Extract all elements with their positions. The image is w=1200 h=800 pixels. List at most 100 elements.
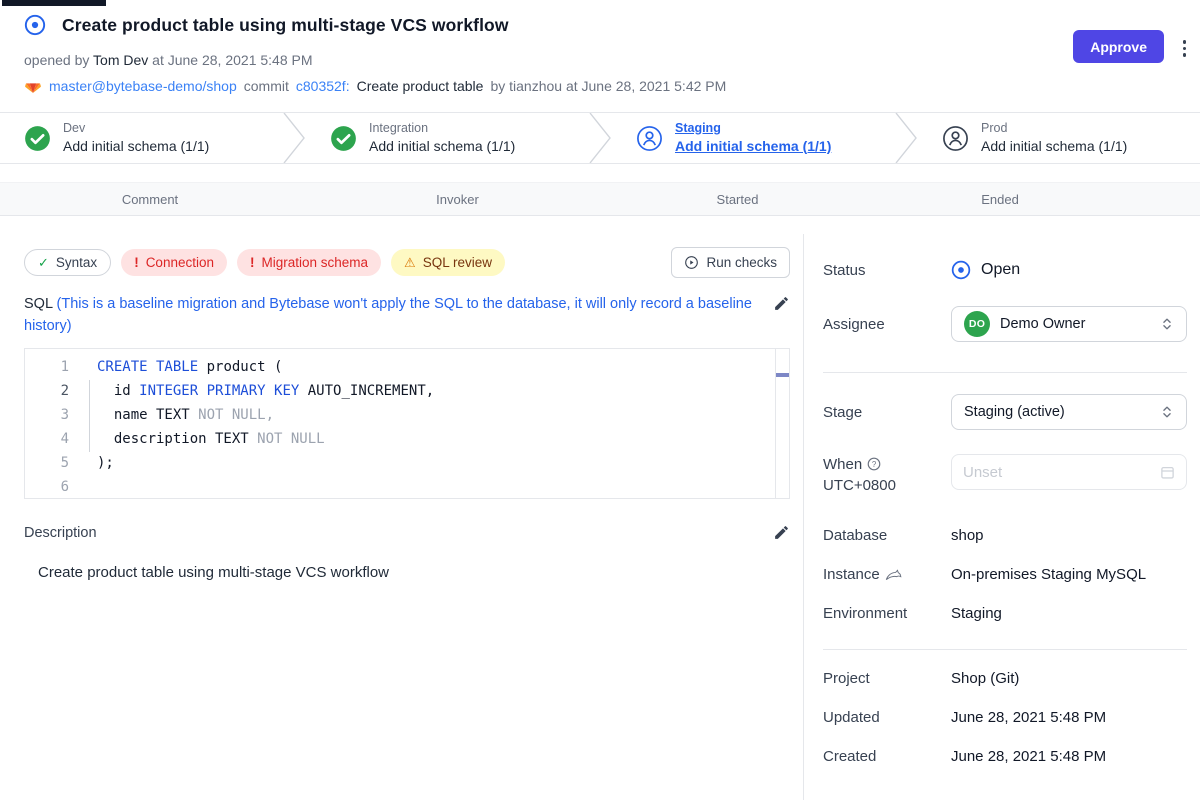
updated-row: Updated June 28, 2021 5:48 PM bbox=[823, 709, 1187, 726]
stage-pending-person-icon bbox=[942, 125, 969, 152]
stage-task-link[interactable]: Add initial schema (1/1) bbox=[369, 136, 515, 156]
stage-name: Integration bbox=[369, 121, 515, 136]
issue-author: Tom Dev bbox=[93, 52, 148, 68]
project-row: Project Shop (Git) bbox=[823, 670, 1187, 687]
stage-chevron-separator bbox=[282, 113, 306, 163]
exclamation-icon: ! bbox=[134, 255, 139, 270]
assignee-row: Assignee DO Demo Owner bbox=[823, 306, 1187, 342]
assignee-avatar: DO bbox=[964, 311, 990, 337]
line-number: 6 bbox=[25, 475, 69, 499]
stage-pending-person-icon bbox=[636, 125, 663, 152]
issue-main-panel: ✓ Syntax ! Connection ! Migration schema… bbox=[0, 234, 803, 800]
column-header-invoker: Invoker bbox=[300, 192, 615, 207]
badge-label: Connection bbox=[146, 255, 214, 270]
branch-repo-link[interactable]: master@bytebase-demo/shop bbox=[49, 78, 237, 94]
chevron-up-down-icon bbox=[1160, 317, 1174, 331]
badge-label: Syntax bbox=[56, 255, 97, 270]
commit-message: Create product table bbox=[357, 78, 484, 94]
assignee-value: Demo Owner bbox=[1000, 316, 1085, 332]
stage-pipeline: Dev Add initial schema (1/1) Integration… bbox=[0, 112, 1200, 164]
stage-name: Dev bbox=[63, 121, 209, 136]
code-line: 1 CREATE TABLE product ( bbox=[25, 355, 789, 379]
line-number: 5 bbox=[25, 451, 69, 475]
stage-prod[interactable]: Prod Add initial schema (1/1) bbox=[918, 113, 1200, 163]
svg-text:?: ? bbox=[872, 460, 877, 469]
page-title: Create product table using multi-stage V… bbox=[62, 15, 509, 36]
more-options-menu-icon[interactable] bbox=[1179, 36, 1191, 61]
stage-row: Stage Staging (active) bbox=[823, 394, 1187, 430]
updated-label: Updated bbox=[823, 709, 951, 726]
code-line: 5 ); bbox=[25, 451, 789, 475]
play-circle-icon bbox=[684, 255, 699, 270]
stage-staging[interactable]: Staging Add initial schema (1/1) bbox=[612, 113, 894, 163]
database-row: Database shop bbox=[823, 527, 1187, 544]
when-timezone: UTC+0800 bbox=[823, 477, 896, 494]
exclamation-icon: ! bbox=[250, 255, 255, 270]
instance-label: Instance bbox=[823, 566, 951, 583]
gitlab-icon bbox=[24, 77, 42, 95]
code-line: 4 description TEXT NOT NULL bbox=[25, 427, 789, 451]
commit-meta: by tianzhou at June 28, 2021 5:42 PM bbox=[490, 78, 726, 94]
description-text: Create product table using multi-stage V… bbox=[24, 564, 790, 714]
stage-label: Stage bbox=[823, 404, 951, 421]
commit-hash-link[interactable]: c80352f: bbox=[296, 78, 350, 94]
approve-button[interactable]: Approve bbox=[1073, 30, 1164, 63]
edit-sql-pencil-icon[interactable] bbox=[773, 295, 790, 313]
stage-task-link[interactable]: Add initial schema (1/1) bbox=[675, 136, 831, 156]
stage-value: Staging (active) bbox=[964, 404, 1065, 420]
calendar-icon bbox=[1160, 465, 1175, 480]
mysql-dolphin-icon bbox=[885, 569, 902, 581]
status-open-icon bbox=[951, 260, 971, 280]
project-value: Shop (Git) bbox=[951, 670, 1019, 687]
code-line: 6 bbox=[25, 475, 789, 499]
assignee-label: Assignee bbox=[823, 316, 951, 333]
stage-name: Staging bbox=[675, 121, 831, 136]
stage-select[interactable]: Staging (active) bbox=[951, 394, 1187, 430]
help-question-icon[interactable]: ? bbox=[867, 457, 881, 471]
code-line: 2 id INTEGER PRIMARY KEY AUTO_INCREMENT, bbox=[25, 379, 789, 403]
assignee-select[interactable]: DO Demo Owner bbox=[951, 306, 1187, 342]
status-value: Open bbox=[981, 261, 1020, 279]
line-number: 3 bbox=[25, 403, 69, 427]
stage-done-check-icon bbox=[330, 125, 357, 152]
when-date-input[interactable]: Unset bbox=[951, 454, 1187, 490]
stage-integration[interactable]: Integration Add initial schema (1/1) bbox=[306, 113, 588, 163]
column-header-ended: Ended bbox=[860, 192, 1140, 207]
warning-triangle-icon: ⚠ bbox=[404, 255, 416, 271]
issue-opened-time: at June 28, 2021 5:48 PM bbox=[152, 52, 312, 68]
stage-chevron-separator bbox=[588, 113, 612, 163]
run-checks-button[interactable]: Run checks bbox=[671, 247, 790, 278]
check-icon: ✓ bbox=[38, 255, 49, 271]
task-table-header: Comment Invoker Started Ended bbox=[0, 182, 1200, 216]
chevron-up-down-icon bbox=[1160, 405, 1174, 419]
line-number: 2 bbox=[25, 379, 69, 403]
stage-task-link[interactable]: Add initial schema (1/1) bbox=[63, 136, 209, 156]
stage-dev[interactable]: Dev Add initial schema (1/1) bbox=[0, 113, 282, 163]
when-label: When ? UTC+0800 bbox=[823, 454, 951, 496]
stage-task-link[interactable]: Add initial schema (1/1) bbox=[981, 136, 1127, 156]
code-line: 3 name TEXT NOT NULL, bbox=[25, 403, 789, 427]
opened-by-prefix: opened by bbox=[24, 52, 89, 68]
check-badges: ✓ Syntax ! Connection ! Migration schema… bbox=[24, 249, 505, 276]
issue-header: Create product table using multi-stage V… bbox=[0, 0, 1200, 112]
edit-description-pencil-icon[interactable] bbox=[773, 524, 790, 542]
sql-code-editor[interactable]: 1 CREATE TABLE product ( 2 id INTEGER PR… bbox=[24, 348, 790, 499]
issue-sidebar: Status Open Assignee DO Demo Owner bbox=[803, 234, 1200, 800]
indent-guide bbox=[89, 380, 90, 452]
instance-row: Instance On-premises Staging MySQL bbox=[823, 566, 1187, 583]
sql-label: SQL bbox=[24, 296, 52, 312]
description-label: Description bbox=[24, 522, 763, 544]
created-value: June 28, 2021 5:48 PM bbox=[951, 748, 1106, 765]
status-label: Status bbox=[823, 262, 951, 279]
database-label: Database bbox=[823, 527, 951, 544]
stage-chevron-separator bbox=[894, 113, 918, 163]
divider bbox=[823, 372, 1187, 373]
check-badge-sql-review: ⚠ SQL review bbox=[391, 249, 505, 276]
badge-label: Migration schema bbox=[262, 255, 369, 270]
column-header-comment: Comment bbox=[0, 192, 300, 207]
environment-label: Environment bbox=[823, 605, 951, 622]
editor-overview-ruler[interactable] bbox=[775, 349, 789, 498]
vcs-commit-line: master@bytebase-demo/shop commit c80352f… bbox=[24, 77, 1164, 95]
environment-row: Environment Staging bbox=[823, 605, 1187, 622]
when-placeholder: Unset bbox=[963, 464, 1002, 481]
